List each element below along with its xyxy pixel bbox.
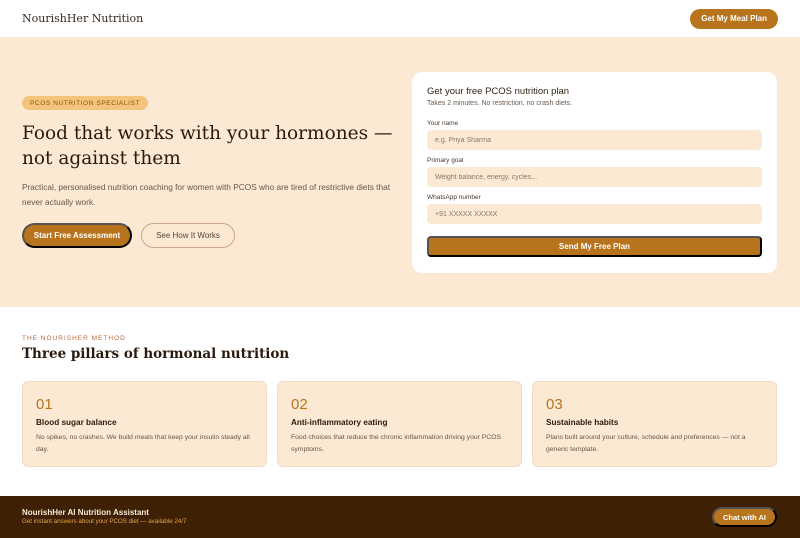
goal-field-label: Primary goal [427, 157, 464, 164]
pillar-description: Food choices that reduce the chronic inf… [291, 434, 502, 453]
pillar-number: 01 [36, 396, 53, 413]
name-input[interactable] [427, 130, 762, 150]
assistant-subtitle: Get instant answers about your PCOS diet… [22, 518, 187, 525]
pillar-title: Sustainable habits [546, 418, 619, 427]
send-plan-button[interactable]: Send My Free Plan [427, 236, 762, 257]
goal-input[interactable] [427, 167, 762, 187]
hero-headline: Food that works with your hormones — not… [22, 123, 393, 169]
pillar-description: Plans built around your culture, schedul… [546, 434, 746, 453]
pillar-card: 02 Anti-inflammatory eating Food choices… [277, 381, 522, 467]
pillar-card: 03 Sustainable habits Plans built around… [532, 381, 777, 467]
chat-with-ai-button[interactable]: Chat with AI [712, 507, 777, 527]
pillar-title: Blood sugar balance [36, 418, 117, 427]
hero-section: PCOS NUTRITION SPECIALIST Food that work… [0, 37, 800, 307]
pillar-card: 01 Blood sugar balance No spikes, no cra… [22, 381, 267, 467]
form-subtitle: Takes 2 minutes. No restriction, no cras… [427, 100, 573, 107]
pillar-description: No spikes, no crashes. We build meals th… [36, 434, 250, 453]
pillar-number: 02 [291, 396, 308, 413]
see-how-it-works-button[interactable]: See How It Works [141, 223, 235, 248]
lead-form-card: Get your free PCOS nutrition plan Takes … [412, 72, 777, 273]
pillar-number: 03 [546, 396, 563, 413]
start-assessment-button[interactable]: Start Free Assessment [22, 223, 132, 248]
whatsapp-field-label: WhatsApp number [427, 194, 481, 201]
name-field-label: Your name [427, 120, 459, 127]
brand-logo[interactable]: NourishHer Nutrition [22, 12, 143, 25]
form-title: Get your free PCOS nutrition plan [427, 86, 570, 97]
assistant-title: NourishHer AI Nutrition Assistant [22, 508, 149, 517]
get-meal-plan-button[interactable]: Get My Meal Plan [690, 8, 778, 29]
hero-description: Practical, personalised nutrition coachi… [22, 182, 390, 207]
pillar-title: Anti-inflammatory eating [291, 418, 388, 427]
specialist-badge: PCOS NUTRITION SPECIALIST [22, 96, 148, 110]
method-eyebrow: THE NOURISHER METHOD [22, 335, 126, 342]
whatsapp-input[interactable] [427, 204, 762, 224]
top-nav: NourishHer Nutrition Get My Meal Plan [0, 0, 800, 37]
method-title: Three pillars of hormonal nutrition [22, 346, 290, 362]
ai-assistant-bar: NourishHer AI Nutrition Assistant Get in… [0, 496, 800, 538]
